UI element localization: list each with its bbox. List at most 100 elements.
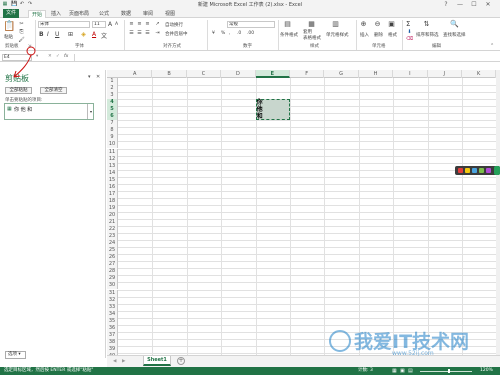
bold-button[interactable]: B xyxy=(39,31,44,38)
wrap-text-button[interactable]: 自动换行 xyxy=(165,22,183,28)
row-header-36[interactable]: 36 xyxy=(107,324,118,332)
percent-button[interactable]: % xyxy=(221,31,225,36)
row-header-8[interactable]: 8 xyxy=(107,127,118,135)
row-header-35[interactable]: 35 xyxy=(107,317,118,325)
tab-insert[interactable]: 插入 xyxy=(48,10,64,18)
row-header-9[interactable]: 9 xyxy=(107,134,118,142)
row-header-4[interactable]: 4 xyxy=(107,99,118,107)
next-sheet-icon[interactable]: ▶ xyxy=(122,359,125,364)
tab-review[interactable]: 审阅 xyxy=(140,10,156,18)
underline-button[interactable]: U xyxy=(55,31,59,38)
row-header-33[interactable]: 33 xyxy=(107,303,118,311)
tab-home[interactable]: 开始 xyxy=(28,10,47,18)
clipboard-options-button[interactable]: 选项 ▾ xyxy=(5,351,26,359)
indent-icon[interactable]: ⇥ xyxy=(153,29,162,38)
row-header-14[interactable]: 14 xyxy=(107,169,118,177)
table-format-button[interactable]: 套用 表格格式 xyxy=(303,30,321,42)
row-header-20[interactable]: 20 xyxy=(107,211,118,219)
row-header-11[interactable]: 11 xyxy=(107,148,118,156)
zoom-slider-thumb[interactable] xyxy=(448,369,450,373)
delete-cells-icon[interactable]: ⊖ xyxy=(373,20,382,29)
comma-button[interactable]: , xyxy=(229,31,230,36)
collapse-ribbon-icon[interactable]: ⌃ xyxy=(490,43,494,49)
row-header-6[interactable]: 6 xyxy=(107,113,118,121)
row-header-37[interactable]: 37 xyxy=(107,331,118,339)
row-header-2[interactable]: 2 xyxy=(107,85,118,93)
floating-input-toolbar[interactable] xyxy=(455,166,500,175)
tab-view[interactable]: 视图 xyxy=(162,10,178,18)
zoom-level[interactable]: 120% xyxy=(480,367,493,375)
table-format-icon[interactable]: ▦ xyxy=(307,20,316,29)
row-header-29[interactable]: 29 xyxy=(107,275,118,283)
toolbar-icon[interactable] xyxy=(472,168,477,173)
row-header-22[interactable]: 22 xyxy=(107,226,118,234)
formula-input[interactable] xyxy=(74,54,494,61)
worksheet-grid[interactable]: ABCDEFGHIJK 1 2 3 4 5 6 7 8 9 10 11 12 13 14 15 16 17 18 1… xyxy=(107,70,496,355)
row-header-3[interactable]: 3 xyxy=(107,92,118,100)
find-select-icon[interactable]: 🔍 xyxy=(450,20,459,29)
row-header-10[interactable]: 10 xyxy=(107,141,118,149)
merge-center-button[interactable]: 合并后居中 xyxy=(165,31,188,37)
currency-icon[interactable]: ¥ xyxy=(212,31,215,36)
column-header-f[interactable]: F xyxy=(290,70,325,78)
font-size-select[interactable]: 11 xyxy=(92,21,106,28)
pane-close-icon[interactable]: ✕ xyxy=(96,74,100,80)
insert-cells-icon[interactable]: ⊕ xyxy=(359,20,368,29)
fill-color-icon[interactable]: ◈ xyxy=(79,30,88,39)
column-header-i[interactable]: I xyxy=(393,70,428,78)
row-header-27[interactable]: 27 xyxy=(107,261,118,269)
row-header-38[interactable]: 38 xyxy=(107,338,118,346)
tab-data[interactable]: 数据 xyxy=(118,10,134,18)
conditional-format-icon[interactable]: ▤ xyxy=(283,20,292,29)
row-header-15[interactable]: 15 xyxy=(107,176,118,184)
sheet-tab-sheet1[interactable]: Sheet1 xyxy=(143,356,171,366)
row-header-31[interactable]: 31 xyxy=(107,289,118,297)
row-header-23[interactable]: 23 xyxy=(107,233,118,241)
orientation-icon[interactable]: ↗ xyxy=(153,20,162,29)
sort-filter-icon[interactable]: ⇅ xyxy=(422,20,431,29)
column-header-a[interactable]: A xyxy=(118,70,153,78)
zoom-slider[interactable] xyxy=(420,370,472,372)
decrease-decimal-icon[interactable]: .00 xyxy=(247,31,254,36)
row-header-12[interactable]: 12 xyxy=(107,155,118,163)
row-header-32[interactable]: 32 xyxy=(107,296,118,304)
row-header-17[interactable]: 17 xyxy=(107,190,118,198)
page-layout-view-icon[interactable]: ▣ xyxy=(400,367,405,375)
format-cells-button[interactable]: 格式 xyxy=(388,32,397,38)
toolbar-icon[interactable] xyxy=(479,168,484,173)
row-header-34[interactable]: 34 xyxy=(107,310,118,318)
row-header-24[interactable]: 24 xyxy=(107,240,118,248)
column-header-c[interactable]: C xyxy=(187,70,222,78)
borders-icon[interactable]: ⊞ xyxy=(66,30,75,39)
font-name-select[interactable]: 宋体 xyxy=(38,21,90,28)
add-sheet-button[interactable]: + xyxy=(177,357,185,365)
toolbar-handle-icon[interactable] xyxy=(494,166,500,175)
row-header-19[interactable]: 19 xyxy=(107,204,118,212)
column-header-h[interactable]: H xyxy=(359,70,394,78)
row-header-16[interactable]: 16 xyxy=(107,183,118,191)
font-color-button[interactable]: A xyxy=(92,31,96,38)
italic-button[interactable]: I xyxy=(47,31,49,38)
help-button[interactable]: ? xyxy=(440,0,452,9)
phonetic-icon[interactable]: 文 xyxy=(101,31,107,40)
autosum-button[interactable]: Σ xyxy=(406,20,410,28)
find-select-button[interactable]: 查找和选择 xyxy=(443,32,466,38)
page-break-view-icon[interactable]: ▤ xyxy=(408,367,413,375)
increase-decimal-icon[interactable]: .0 xyxy=(237,31,241,36)
shrink-font-button[interactable]: A xyxy=(115,22,118,27)
column-header-g[interactable]: G xyxy=(324,70,359,78)
row-header-28[interactable]: 28 xyxy=(107,268,118,276)
tab-page-layout[interactable]: 页面布局 xyxy=(66,10,92,18)
toolbar-icon[interactable] xyxy=(486,168,491,173)
prev-sheet-icon[interactable]: ◀ xyxy=(113,359,116,364)
conditional-format-button[interactable]: 条件格式 xyxy=(280,32,298,38)
paste-icon[interactable]: 📋 xyxy=(3,21,15,33)
row-header-1[interactable]: 1 xyxy=(107,78,118,86)
minimize-button[interactable]: — xyxy=(454,0,466,9)
align-bottom-icon[interactable]: ≡ xyxy=(143,20,152,29)
close-button[interactable]: ✕ xyxy=(482,0,494,9)
row-header-7[interactable]: 7 xyxy=(107,120,118,128)
cell-styles-icon[interactable]: ▥ xyxy=(331,20,340,29)
clipboard-item[interactable]: ▦ 你 他 和 ▾ xyxy=(4,103,94,120)
insert-cells-button[interactable]: 插入 xyxy=(360,32,369,38)
